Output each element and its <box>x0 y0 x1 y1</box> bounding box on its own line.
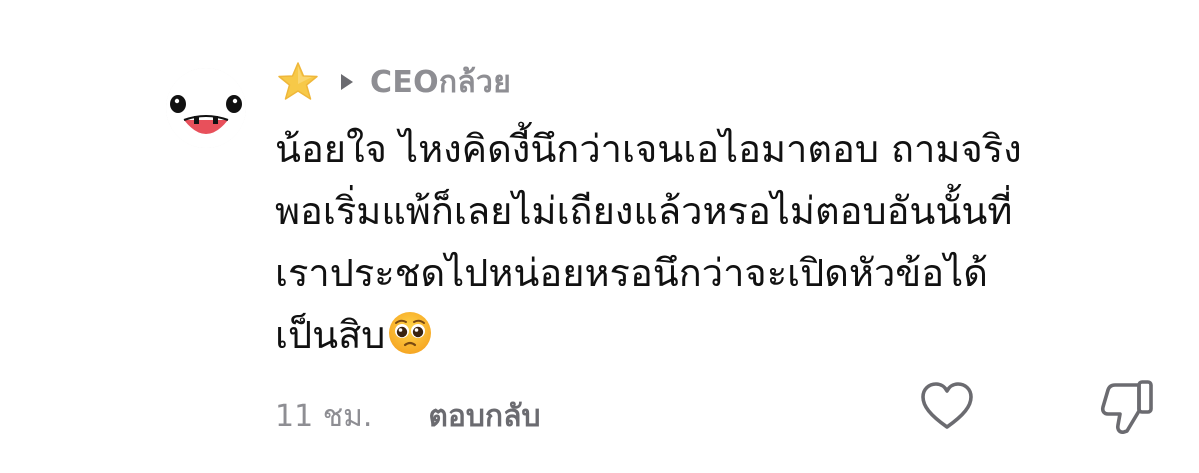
caret-right-icon <box>338 72 356 92</box>
like-button[interactable] <box>918 378 976 436</box>
heart-outline-icon <box>921 382 973 429</box>
pleading-face-emoji-icon <box>387 310 433 356</box>
comment-body: น้อยใจ ไหงคิดงี้นึกว่าเจนเอไอมาตอบ ถามจร… <box>275 118 1175 366</box>
dislike-button[interactable] <box>1098 376 1158 438</box>
comment-footer: 11 ชม. ตอบกลับ <box>275 392 541 440</box>
timestamp: 11 ชม. <box>275 398 373 434</box>
star-icon <box>276 60 320 104</box>
comment-line: เราประชดไปหน่อยหรอนึกว่าจะเปิดหัวข้อได้ <box>275 251 988 295</box>
comment-last-line: เป็นสิบ <box>275 304 1175 366</box>
comment-line: น้อยใจ ไหงคิดงี้นึกว่าเจนเอไอมาตอบ ถามจร… <box>275 127 1022 171</box>
thumbs-down-outline-icon <box>1100 380 1153 434</box>
panda-face-icon <box>166 68 246 148</box>
reply-button[interactable]: ตอบกลับ <box>428 393 540 440</box>
comment: CEOกล้วย น้อยใจ ไหงคิดงี้นึกว่าเจนเอไอมา… <box>0 0 1199 473</box>
username[interactable]: CEOกล้วย <box>370 59 511 106</box>
comment-line: พอเริ่มแพ้ก็เลยไม่เถียงแล้วหรอไม่ตอบอันน… <box>275 189 1013 233</box>
avatar[interactable] <box>166 68 246 148</box>
comment-header: CEOกล้วย <box>276 58 511 106</box>
comment-line: เป็นสิบ <box>275 313 386 357</box>
